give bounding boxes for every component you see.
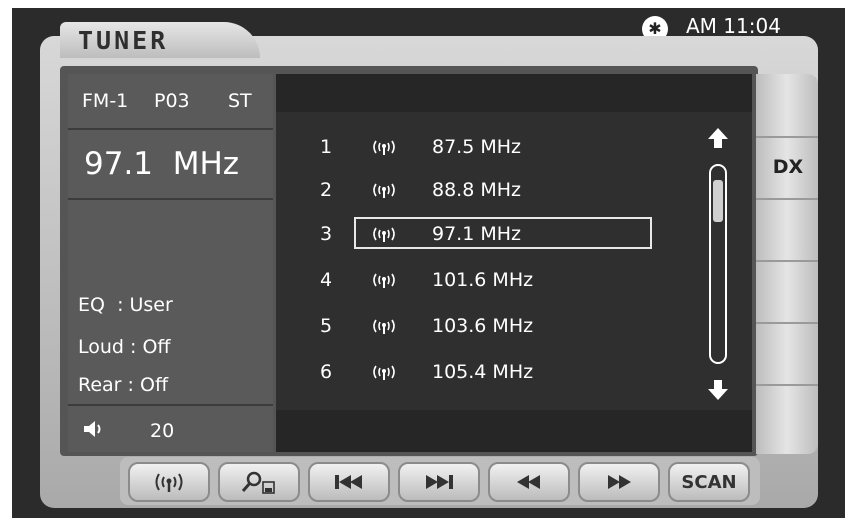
station-row[interactable]: 5 103.6 MHz: [276, 309, 706, 343]
setting-label: EQ: [78, 294, 105, 316]
stereo-indicator: ST: [228, 90, 252, 112]
antenna-icon: [373, 273, 395, 288]
station-frequency: 105.4 MHz: [432, 361, 534, 383]
page-title: TUNER: [78, 26, 169, 55]
divider: [756, 322, 818, 324]
scan-label: SCAN: [681, 471, 737, 493]
preset-label: P03: [154, 90, 190, 112]
station-frequency: 88.8 MHz: [432, 179, 521, 201]
skip-back-icon: [335, 475, 362, 489]
station-row[interactable]: 1 87.5 MHz: [276, 130, 706, 164]
station-frequency: 103.6 MHz: [432, 315, 534, 337]
station-row[interactable]: 2 88.8 MHz: [276, 173, 706, 207]
search-save-icon: [241, 471, 275, 494]
setting-label: Loud: [78, 336, 124, 358]
setting-value: : Off: [127, 374, 169, 396]
setting-value: : Off: [130, 336, 171, 358]
divider: [68, 128, 273, 130]
current-frequency: 97.1 MHz: [84, 146, 240, 182]
station-number: 4: [320, 269, 333, 291]
antenna-icon: [373, 365, 395, 380]
seek-back-button[interactable]: [488, 462, 570, 502]
seek-forward-button[interactable]: [578, 462, 660, 502]
setting-value: : User: [117, 294, 173, 316]
antenna-icon: [155, 473, 183, 492]
station-number: 5: [320, 315, 333, 337]
station-row-selected[interactable]: 3 97.1 MHz: [276, 217, 706, 251]
antenna-icon: [373, 183, 395, 198]
station-row[interactable]: 6 105.4 MHz: [276, 355, 706, 389]
previous-track-button[interactable]: [308, 462, 390, 502]
band-label: FM-1: [82, 90, 129, 112]
scrollbar[interactable]: [709, 164, 727, 364]
station-frequency: 97.1 MHz: [432, 223, 521, 245]
antenna-icon: [373, 319, 395, 334]
divider: [756, 136, 818, 138]
fast-forward-icon: [608, 475, 631, 489]
rear-setting[interactable]: Rear : Off: [78, 374, 168, 396]
skip-forward-icon: [426, 475, 453, 489]
divider: [756, 384, 818, 386]
side-button-strip: [756, 74, 818, 454]
list-footer: [276, 410, 752, 452]
clock: AM 11:04: [686, 14, 781, 38]
station-number: 6: [320, 361, 333, 383]
scrollbar-thumb[interactable]: [713, 180, 723, 222]
volume-value: 20: [150, 420, 175, 442]
divider: [756, 198, 818, 200]
list-header: [276, 74, 752, 112]
speaker-icon[interactable]: [82, 418, 104, 440]
search-save-button[interactable]: [218, 462, 300, 502]
next-track-button[interactable]: [398, 462, 480, 502]
loud-setting[interactable]: Loud : Off: [78, 336, 171, 358]
scan-button[interactable]: SCAN: [668, 462, 750, 502]
dx-button[interactable]: DX: [760, 150, 816, 184]
station-frequency: 87.5 MHz: [432, 136, 521, 158]
antenna-icon: [373, 140, 395, 155]
rewind-icon: [517, 475, 540, 489]
scroll-down-arrow-icon[interactable]: [706, 378, 730, 402]
band-button[interactable]: [128, 462, 210, 502]
info-panel: FM-1 P03 ST 97.1 MHz EQ : User Loud : Of…: [68, 74, 273, 452]
divider: [68, 404, 273, 406]
station-list: 1 87.5 MHz 2 88.8 MHz 3 97.1 MHz 4 101.6…: [276, 74, 752, 452]
scroll-up-arrow-icon[interactable]: [706, 126, 730, 150]
divider: [68, 198, 273, 200]
station-frequency: 101.6 MHz: [432, 269, 534, 291]
station-number: 3: [320, 223, 333, 245]
setting-label: Rear: [78, 374, 122, 396]
divider: [756, 260, 818, 262]
station-row[interactable]: 4 101.6 MHz: [276, 263, 706, 297]
eq-setting[interactable]: EQ : User: [78, 294, 173, 316]
station-number: 1: [320, 136, 333, 158]
station-number: 2: [320, 179, 333, 201]
antenna-icon: [373, 227, 395, 242]
